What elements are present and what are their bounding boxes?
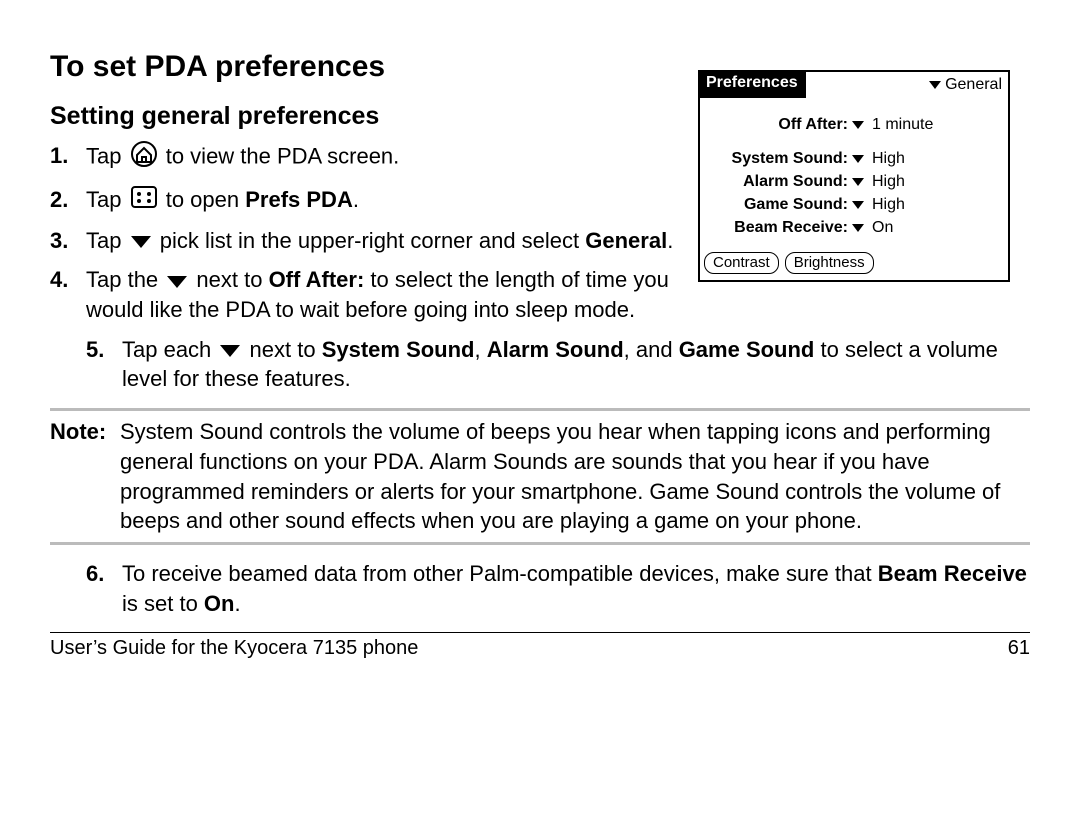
step-text: Tap to open Prefs PDA. xyxy=(86,185,680,216)
step-number: 3. xyxy=(50,226,86,256)
footer-left: User’s Guide for the Kyocera 7135 phone xyxy=(50,637,418,660)
note-block: Note: System Sound controls the volume o… xyxy=(50,408,1030,545)
step-5: 5. Tap each next to System Sound, Alarm … xyxy=(86,335,1030,394)
section-subtitle: Setting general preferences xyxy=(50,102,680,131)
pda-row-beam-receive: Beam Receive: On xyxy=(708,219,1000,237)
note-label: Note: xyxy=(50,417,120,536)
step-text: Tap to view the PDA screen. xyxy=(86,141,680,175)
dropdown-triangle-icon xyxy=(167,276,187,288)
step-text: Tap the next to Off After: to select the… xyxy=(86,265,680,324)
row-label: Alarm Sound: xyxy=(708,173,852,191)
row-label: System Sound: xyxy=(708,150,852,168)
dropdown-triangle-icon xyxy=(220,345,240,357)
brightness-button[interactable]: Brightness xyxy=(785,252,874,274)
home-icon xyxy=(131,141,157,175)
step-number: 5. xyxy=(86,335,122,394)
dropdown-triangle-icon[interactable] xyxy=(852,121,864,129)
steps-list-cont: 5. Tap each next to System Sound, Alarm … xyxy=(50,335,1030,394)
dropdown-triangle-icon xyxy=(131,236,151,248)
pda-body: Off After: 1 minute System Sound: High A… xyxy=(700,98,1008,246)
dropdown-triangle-icon[interactable] xyxy=(852,224,864,232)
step-text: Tap each next to System Sound, Alarm Sou… xyxy=(122,335,1030,394)
row-label: Beam Receive: xyxy=(708,219,852,237)
pda-screenshot: Preferences General Off After: 1 minute … xyxy=(698,70,1010,282)
note-text: System Sound controls the volume of beep… xyxy=(120,417,1030,536)
step-4: 4. Tap the next to Off After: to select … xyxy=(50,265,680,324)
row-value: On xyxy=(868,219,1000,237)
row-label: Off After: xyxy=(708,116,852,134)
row-value: High xyxy=(868,196,1000,214)
step-number: 1. xyxy=(50,141,86,175)
pda-title-label: Preferences xyxy=(700,72,806,98)
step-number: 2. xyxy=(50,185,86,216)
row-value: High xyxy=(868,150,1000,168)
step-text: To receive beamed data from other Palm-c… xyxy=(122,559,1030,618)
pda-row-game-sound: Game Sound: High xyxy=(708,196,1000,214)
step-1: 1. Tap to view the PDA screen. xyxy=(50,141,680,175)
step-3: 3. Tap pick list in the upper-right corn… xyxy=(50,226,680,256)
pda-row-system-sound: System Sound: High xyxy=(708,150,1000,168)
pda-category-picker[interactable]: General xyxy=(929,76,1008,94)
row-value: 1 minute xyxy=(868,116,1000,134)
steps-list: 1. Tap to view the PDA screen. xyxy=(50,141,680,325)
footer-page-number: 61 xyxy=(1008,637,1030,660)
instructions-column: Setting general preferences 1. Tap to xyxy=(50,102,680,335)
step-2: 2. Tap to open Prefs PDA. xyxy=(50,185,680,216)
pda-row-off-after: Off After: 1 minute xyxy=(708,116,1000,134)
contrast-button[interactable]: Contrast xyxy=(704,252,779,274)
pda-titlebar: Preferences General xyxy=(700,72,1008,98)
step-number: 4. xyxy=(50,265,86,324)
pda-category-value: General xyxy=(945,76,1002,94)
pda-button-row: Contrast Brightness xyxy=(700,246,1008,280)
row-value: High xyxy=(868,173,1000,191)
row-label: Game Sound: xyxy=(708,196,852,214)
page-footer: User’s Guide for the Kyocera 7135 phone … xyxy=(50,632,1030,660)
dropdown-triangle-icon xyxy=(929,81,941,89)
step-text: Tap pick list in the upper-right corner … xyxy=(86,226,680,256)
pda-row-alarm-sound: Alarm Sound: High xyxy=(708,173,1000,191)
dropdown-triangle-icon[interactable] xyxy=(852,178,864,186)
step-6: 6. To receive beamed data from other Pal… xyxy=(50,559,1030,618)
applications-icon xyxy=(131,186,157,216)
dropdown-triangle-icon[interactable] xyxy=(852,155,864,163)
step-number: 6. xyxy=(86,559,122,618)
dropdown-triangle-icon[interactable] xyxy=(852,201,864,209)
